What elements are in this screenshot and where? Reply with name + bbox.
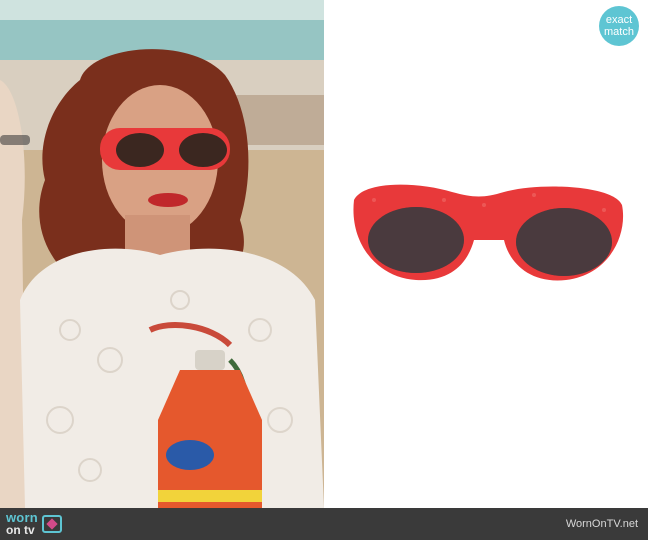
sunglasses-product-image [353,184,624,281]
tv-icon [41,515,62,533]
scene-photo [0,0,324,508]
exact-match-badge: exact match [599,6,639,46]
badge-line2: match [604,26,634,38]
footer-bar: worn on tv WornOnTV.net [0,508,648,540]
outfit-card: exact match worn on tv WornOnTV.net [0,0,648,540]
wornontv-logo[interactable]: worn on tv [6,511,62,537]
worn-sunglasses [100,128,230,170]
site-url[interactable]: WornOnTV.net [566,518,638,530]
product-panel [324,0,648,508]
scene-illustration [0,0,324,508]
badge-line1: exact [605,14,633,26]
logo-on-text: on tv [6,523,35,537]
